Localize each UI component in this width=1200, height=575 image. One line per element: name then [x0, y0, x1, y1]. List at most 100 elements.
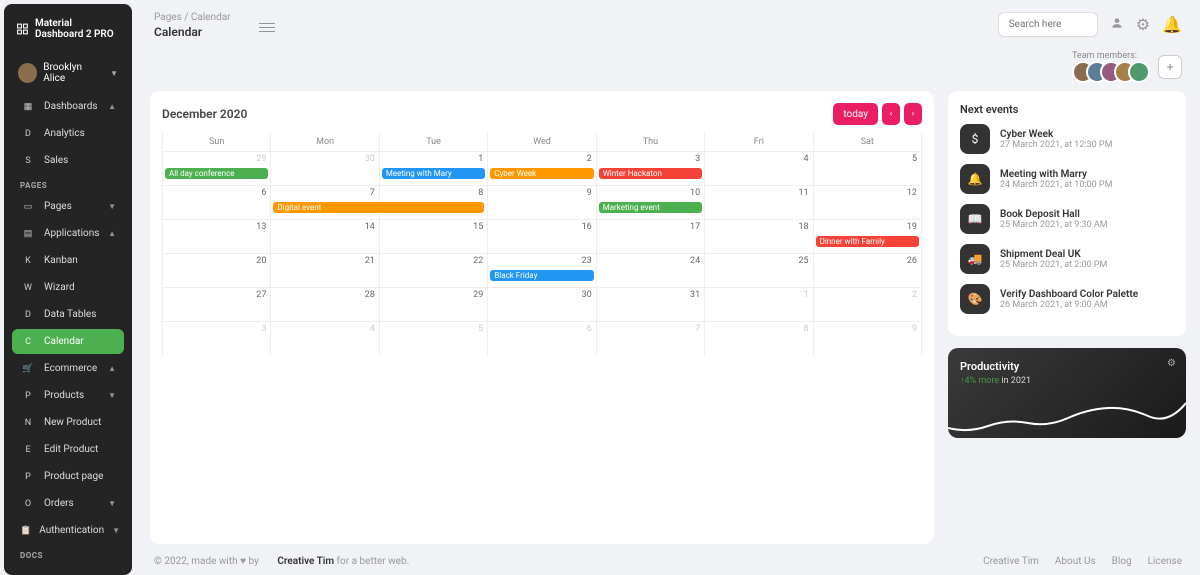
event-time: 25 March 2021, at 2:00 PM	[1000, 260, 1107, 270]
calendar-cell[interactable]: 4	[271, 321, 379, 355]
date-number: 3	[601, 154, 700, 164]
calendar-cell[interactable]: 7Digital event	[271, 185, 379, 219]
calendar-cell[interactable]: 21	[271, 253, 379, 287]
calendar-cell[interactable]: 3	[163, 321, 271, 355]
brand-logo[interactable]: Material Dashboard 2 PRO	[12, 12, 124, 46]
sidebar-item-sales[interactable]: SSales	[12, 148, 124, 173]
search-input[interactable]	[998, 12, 1098, 37]
event-time: 25 March 2021, at 9:30 AM	[1000, 220, 1108, 230]
event-icon: 🔔	[960, 164, 990, 194]
event-title: Meeting with Marry	[1000, 169, 1112, 180]
calendar-event[interactable]: All day conference	[165, 168, 268, 179]
calendar-cell[interactable]: 22	[380, 253, 488, 287]
next-button[interactable]: ›	[904, 103, 922, 125]
calendar-cell[interactable]: 9	[814, 321, 922, 355]
sidebar-item-analytics[interactable]: DAnalytics	[12, 121, 124, 146]
sidebar-ecommerce[interactable]: 🛒 Ecommerce ▲	[12, 356, 124, 381]
calendar-cell[interactable]: 12	[814, 185, 922, 219]
calendar-cell[interactable]: 31	[597, 287, 705, 321]
calendar-cell[interactable]: 25	[705, 253, 813, 287]
initial-icon: C	[20, 337, 36, 347]
today-button[interactable]: today	[833, 103, 878, 125]
calendar-cell[interactable]: 6	[163, 185, 271, 219]
calendar-cell[interactable]: 29	[380, 287, 488, 321]
event-row[interactable]: $Cyber Week27 March 2021, at 12:30 PM	[960, 124, 1174, 154]
sidebar-dashboards[interactable]: ▦ Dashboards ▲	[12, 94, 124, 119]
event-row[interactable]: 📖Book Deposit Hall25 March 2021, at 9:30…	[960, 204, 1174, 234]
sidebar-auth[interactable]: 📋 Authentication ▼	[12, 518, 124, 543]
calendar-cell[interactable]: 9	[488, 185, 596, 219]
calendar-cell[interactable]: 24	[597, 253, 705, 287]
sidebar-toggle[interactable]	[259, 20, 275, 35]
calendar-cell[interactable]: 13	[163, 219, 271, 253]
event-title: Cyber Week	[1000, 129, 1112, 140]
sidebar-applications[interactable]: ▤ Applications ▲	[12, 221, 124, 246]
notifications-icon[interactable]: 🔔	[1162, 15, 1182, 34]
calendar-cell[interactable]: 1Meeting with Mary	[380, 151, 488, 185]
account-icon[interactable]	[1110, 15, 1124, 34]
calendar-cell[interactable]: 29All day conference	[163, 151, 271, 185]
sidebar-item-edit-product[interactable]: EEdit Product	[12, 437, 124, 462]
calendar-cell[interactable]: 30	[271, 151, 379, 185]
sidebar-item-kanban[interactable]: KKanban	[12, 248, 124, 273]
calendar-cell[interactable]: 10Marketing event	[597, 185, 705, 219]
calendar-cell[interactable]: 2Cyber Week	[488, 151, 596, 185]
calendar-event[interactable]: Black Friday	[490, 270, 593, 281]
event-row[interactable]: 🎨Verify Dashboard Color Palette26 March …	[960, 284, 1174, 314]
calendar-cell[interactable]: 14	[271, 219, 379, 253]
sidebar-item-product-page[interactable]: PProduct page	[12, 464, 124, 489]
sidebar-user[interactable]: Brooklyn Alice ▼	[12, 54, 124, 92]
footer-link[interactable]: Creative Tim	[983, 556, 1039, 567]
settings-icon[interactable]: ⚙	[1136, 15, 1150, 34]
calendar-cell[interactable]: 20	[163, 253, 271, 287]
sidebar-item-new-product[interactable]: NNew Product	[12, 410, 124, 435]
calendar-event[interactable]: Marketing event	[599, 202, 702, 213]
calendar-cell[interactable]: 4	[705, 151, 813, 185]
calendar-cell[interactable]: 26	[814, 253, 922, 287]
sidebar-item-products[interactable]: PProducts▼	[12, 383, 124, 408]
calendar-cell[interactable]: 30	[488, 287, 596, 321]
breadcrumb-root[interactable]: Pages	[154, 12, 182, 23]
calendar-cell[interactable]: 15	[380, 219, 488, 253]
calendar-event[interactable]: Dinner with Family	[816, 236, 919, 247]
calendar-cell[interactable]: 18	[705, 219, 813, 253]
calendar-cell[interactable]: 19Dinner with Family	[814, 219, 922, 253]
footer-link[interactable]: About Us	[1055, 556, 1096, 567]
calendar-event[interactable]: Cyber Week	[490, 168, 593, 179]
calendar-event[interactable]: Meeting with Mary	[382, 168, 485, 179]
footer-link[interactable]: Blog	[1112, 556, 1132, 567]
sidebar-item-orders[interactable]: OOrders▼	[12, 491, 124, 516]
event-row[interactable]: 🚚Shipment Deal UK25 March 2021, at 2:00 …	[960, 244, 1174, 274]
user-name: Brooklyn Alice	[43, 62, 104, 84]
calendar-cell[interactable]: 7	[597, 321, 705, 355]
calendar-event[interactable]: Digital event	[273, 202, 484, 213]
productivity-settings-icon[interactable]: ⚙	[1167, 358, 1176, 369]
event-row[interactable]: 🔔Meeting with Marry24 March 2021, at 10:…	[960, 164, 1174, 194]
calendar-cell[interactable]: 3 Winter Hackaton	[597, 151, 705, 185]
sidebar-pages[interactable]: ▭ Pages ▼	[12, 194, 124, 219]
calendar-cell[interactable]: 1	[705, 287, 813, 321]
calendar-cell[interactable]: 27	[163, 287, 271, 321]
calendar-cell[interactable]: 28	[271, 287, 379, 321]
footer-link[interactable]: License	[1148, 556, 1182, 567]
calendar-cell[interactable]: 5	[814, 151, 922, 185]
calendar-cell[interactable]: 8	[705, 321, 813, 355]
calendar-cell[interactable]: 2	[814, 287, 922, 321]
calendar-cell[interactable]: 23Black Friday	[488, 253, 596, 287]
calendar-cell[interactable]: 17	[597, 219, 705, 253]
add-member-button[interactable]: +	[1158, 55, 1182, 79]
team-avatar[interactable]	[1128, 61, 1150, 83]
initial-icon: W	[20, 283, 36, 293]
sidebar-item-data-tables[interactable]: DData Tables	[12, 302, 124, 327]
footer: © 2022, made with ♥ by Creative Tim for …	[150, 544, 1186, 571]
calendar-cell[interactable]: 16	[488, 219, 596, 253]
footer-brand-link[interactable]: Creative Tim	[277, 556, 334, 567]
calendar-cell[interactable]: 6	[488, 321, 596, 355]
sidebar-item-wizard[interactable]: WWizard	[12, 275, 124, 300]
calendar-event[interactable]: Winter Hackaton	[599, 168, 702, 179]
calendar-cell[interactable]: 5	[380, 321, 488, 355]
sidebar: Material Dashboard 2 PRO Brooklyn Alice …	[4, 4, 132, 575]
sidebar-item-calendar[interactable]: CCalendar	[12, 329, 124, 354]
calendar-cell[interactable]: 11	[705, 185, 813, 219]
prev-button[interactable]: ‹	[882, 103, 900, 125]
